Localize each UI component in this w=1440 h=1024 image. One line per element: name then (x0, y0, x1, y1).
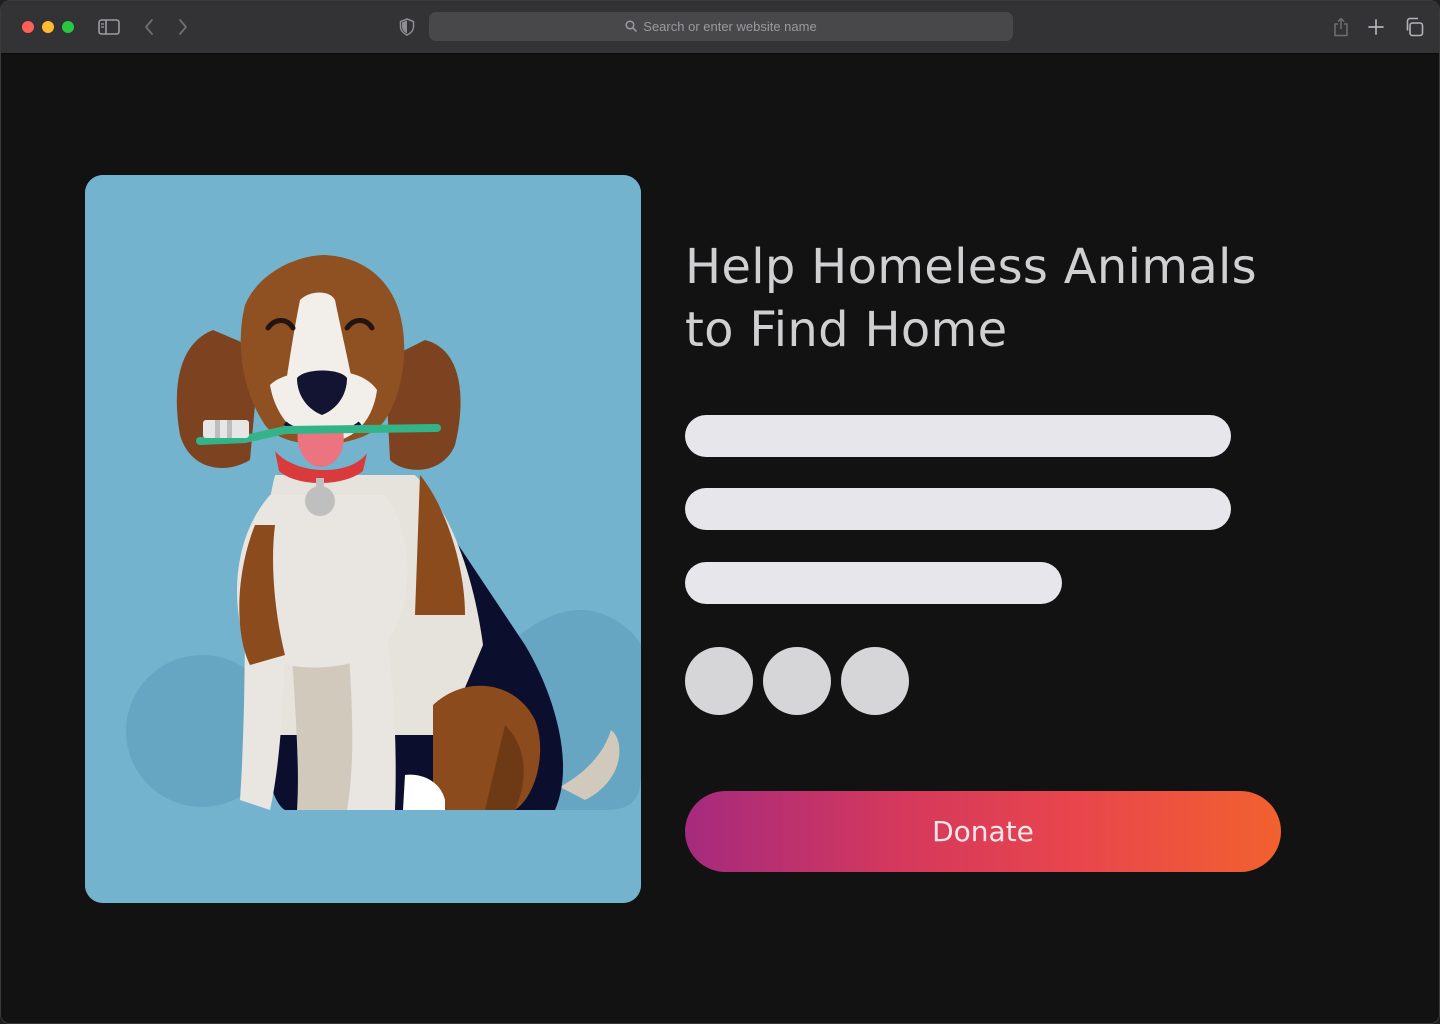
tab-overview-icon[interactable] (1402, 15, 1426, 39)
page-content: Help Homeless Animals to Find Home Donat… (1, 54, 1439, 1023)
back-icon[interactable] (137, 15, 161, 39)
page-title-line-2: to Find Home (685, 302, 1008, 358)
beagle-illustration-card (85, 175, 641, 903)
text-placeholder-bar (685, 562, 1062, 604)
minimize-window-button[interactable] (42, 21, 54, 33)
share-icon[interactable] (1329, 15, 1353, 39)
close-window-button[interactable] (22, 21, 34, 33)
search-icon (625, 17, 638, 36)
text-placeholder-bar (685, 415, 1231, 457)
circle-placeholder (763, 647, 831, 715)
circle-placeholder (841, 647, 909, 715)
beagle-illustration (85, 175, 641, 903)
zoom-window-button[interactable] (62, 21, 74, 33)
forward-icon[interactable] (171, 15, 195, 39)
text-placeholder-bar (685, 488, 1231, 530)
sidebar-toggle-icon[interactable] (97, 15, 121, 39)
donate-button[interactable]: Donate (685, 791, 1281, 872)
privacy-shield-icon[interactable] (395, 15, 419, 39)
address-placeholder: Search or enter website name (643, 19, 817, 34)
new-tab-icon[interactable] (1364, 15, 1388, 39)
page-title-line-1: Help Homeless Animals (685, 239, 1257, 295)
address-bar[interactable]: Search or enter website name (429, 12, 1013, 41)
circle-placeholder (685, 647, 753, 715)
page-title: Help Homeless Animals to Find Home (685, 236, 1325, 362)
browser-window: Search or enter website name Help Homele… (0, 0, 1440, 1024)
browser-toolbar: Search or enter website name (1, 1, 1439, 54)
